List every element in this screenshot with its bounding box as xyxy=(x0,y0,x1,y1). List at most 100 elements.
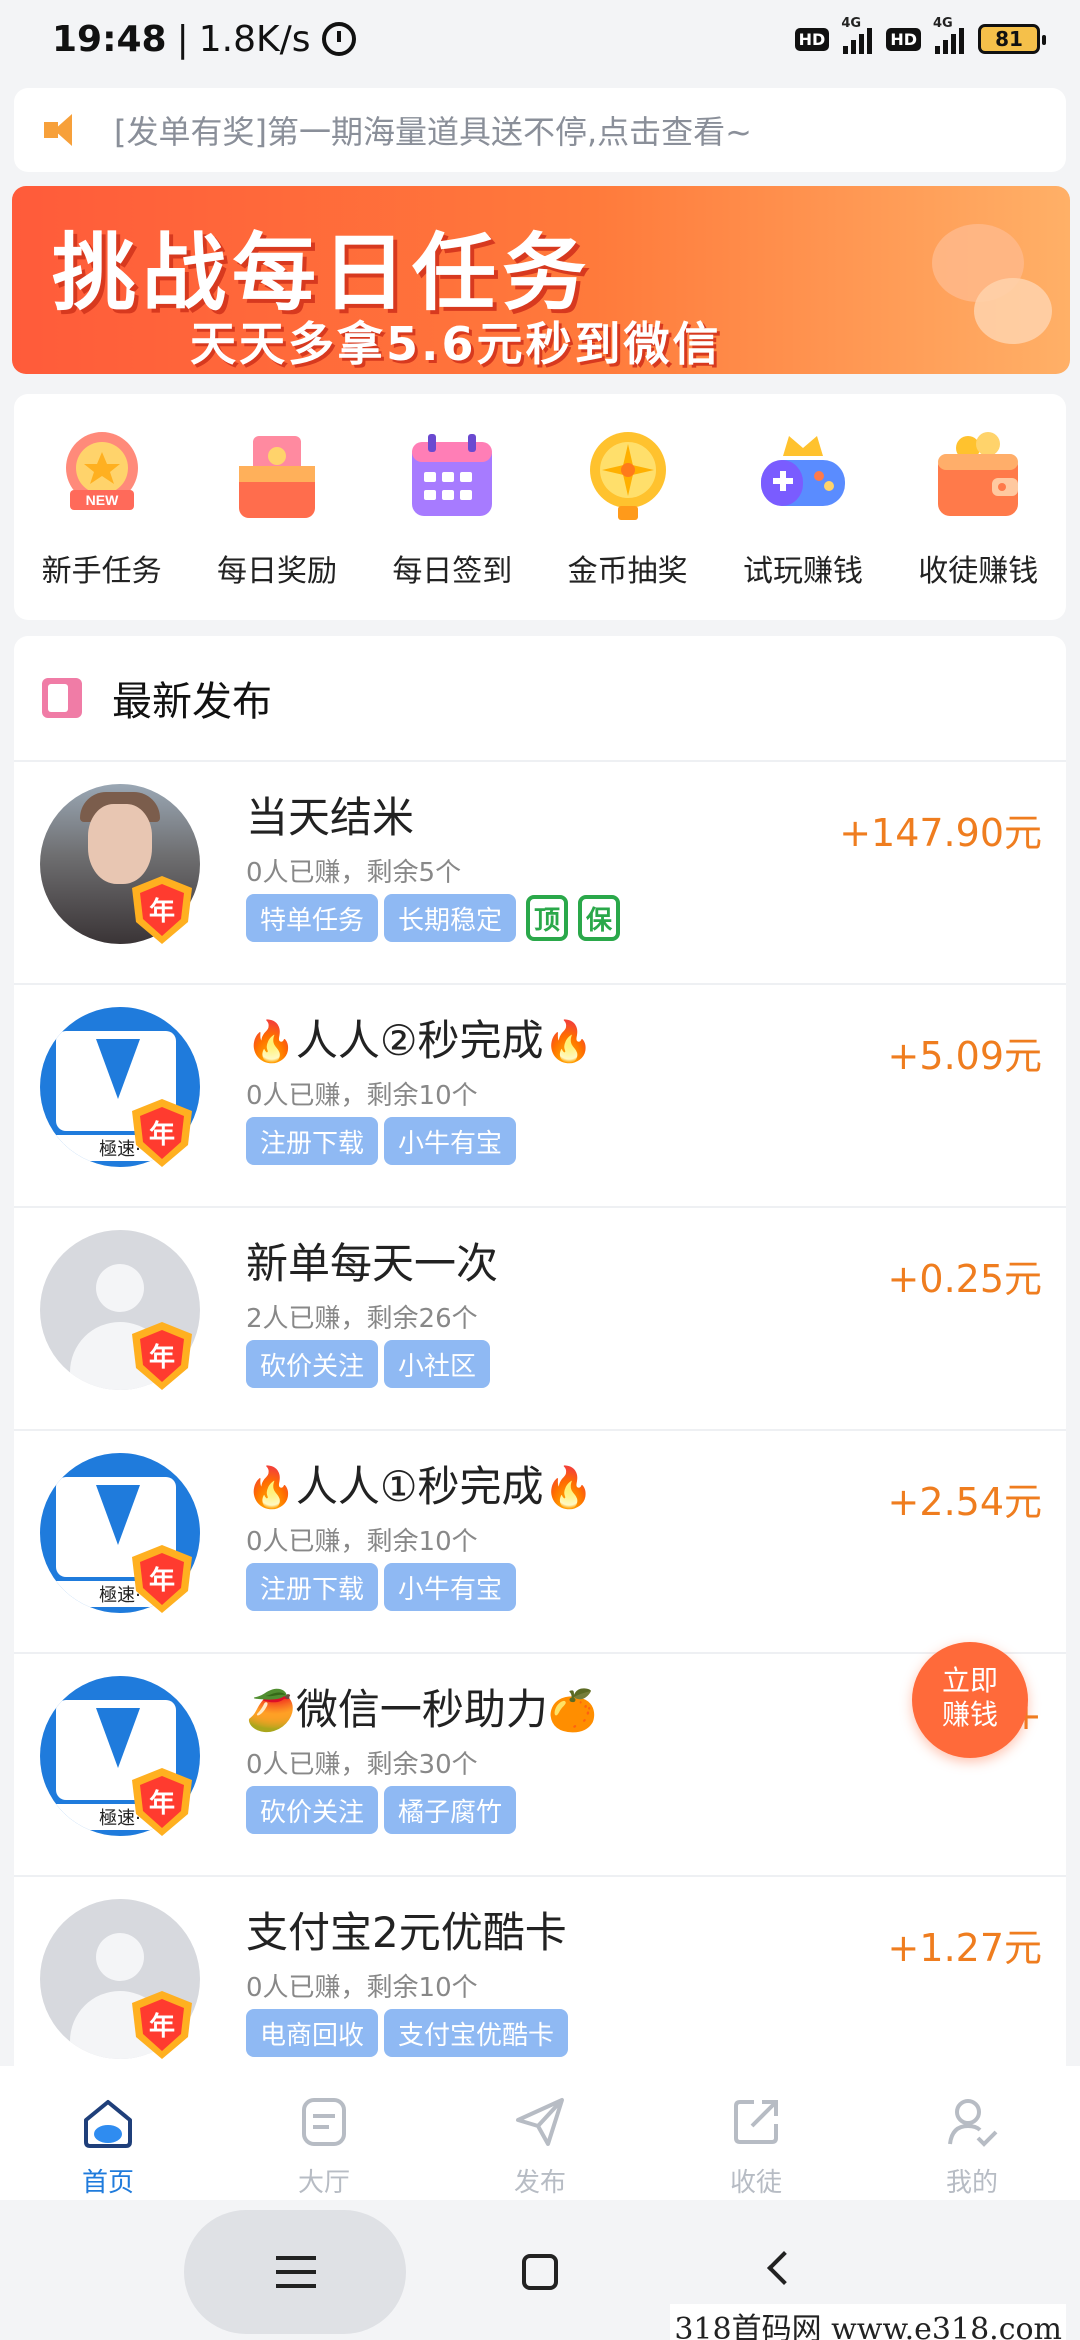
task-tags: 注册下载 小牛有宝 xyxy=(246,1563,517,1611)
task-tag: 砍价关注 xyxy=(246,1340,379,1388)
grid-item-trial[interactable]: 试玩赚钱 xyxy=(715,394,890,620)
new-badge-icon: NEW xyxy=(50,424,154,528)
task-reward: +0.25元 xyxy=(887,1257,1042,1301)
task-title: 新单每天一次 xyxy=(246,1239,499,1288)
task-progress: 0人已赚，剩余10个 xyxy=(246,1527,478,1557)
task-tags: 砍价关注 橘子腐竹 xyxy=(246,1786,517,1834)
fire-icon-2: 🔥 xyxy=(543,1019,594,1065)
task-tag: 注册下载 xyxy=(246,1563,379,1611)
task-row[interactable]: 年 支付宝2元优酷卡 0人已赚，剩余10个 电商回收 支付宝优酷卡 +1.27元 xyxy=(14,1875,1066,2066)
year-badge-icon: 年 xyxy=(132,1545,192,1613)
system-home-icon[interactable] xyxy=(522,2254,558,2290)
task-reward: +5.09元 xyxy=(887,1034,1042,1078)
menu-icon[interactable] xyxy=(276,2256,316,2288)
hd-icon-2: HD xyxy=(886,27,921,51)
nav-label: 首页 xyxy=(81,2168,134,2198)
grid-item-recruit[interactable]: 收徒赚钱 xyxy=(891,394,1066,620)
task-title: 🔥人人①秒完成🔥 xyxy=(246,1462,594,1511)
year-badge-icon: 年 xyxy=(132,1099,192,1167)
grid-label: 金币抽奖 xyxy=(567,554,688,589)
grid-item-lottery[interactable]: 金币抽奖 xyxy=(540,394,715,620)
task-row[interactable]: 極速· 年 🔥人人①秒完成🔥 0人已赚，剩余10个 注册下载 小牛有宝 +2.5… xyxy=(14,1429,1066,1652)
lottery-wheel-icon xyxy=(576,424,680,528)
top-stamp-icon: 顶 xyxy=(526,895,569,941)
speaker-icon xyxy=(44,114,84,146)
task-title: 支付宝2元优酷卡 xyxy=(246,1908,567,1957)
task-row[interactable]: 年 当天结米 0人已赚，剩余5个 特单任务 长期稳定 顶 保 +147.90元 xyxy=(14,760,1066,983)
signal-icon-2: 4G xyxy=(933,16,964,54)
task-row[interactable]: 年 新单每天一次 2人已赚，剩余26个 砍价关注 小社区 +0.25元 xyxy=(14,1206,1066,1429)
nav-item-publish[interactable]: 发布 xyxy=(432,2066,648,2200)
earn-now-button[interactable]: 立即 赚钱 xyxy=(912,1642,1028,1758)
task-progress: 0人已赚，剩余10个 xyxy=(246,1973,478,2003)
earn-now-line1: 立即 xyxy=(941,1664,998,1697)
task-tags: 注册下载 小牛有宝 xyxy=(246,1117,517,1165)
send-icon xyxy=(512,2094,568,2150)
task-tag: 橘子腐竹 xyxy=(384,1786,517,1834)
recommend-icon xyxy=(42,678,82,718)
gamepad-icon xyxy=(751,424,855,528)
latest-tasks-section: 最新发布 年 当天结米 0人已赚，剩余5个 特单任务 长期稳定 顶 保 +147… xyxy=(14,636,1066,2066)
task-progress: 0人已赚，剩余30个 xyxy=(246,1750,478,1780)
nav-item-recruit[interactable]: 收徒 xyxy=(648,2066,864,2200)
task-title: 🥭微信一秒助力🍊 xyxy=(246,1685,598,1734)
nav-item-home[interactable]: 首页 xyxy=(0,2066,216,2200)
nav-label: 收徒 xyxy=(729,2168,782,2198)
task-reward: +147.90元 xyxy=(839,811,1042,855)
earn-now-line2: 赚钱 xyxy=(941,1698,998,1731)
fire-icon: 🔥 xyxy=(246,1465,296,1511)
status-speed: 1.8K/s xyxy=(198,18,311,60)
task-tag: 小社区 xyxy=(384,1340,491,1388)
section-header: 最新发布 xyxy=(14,636,1066,760)
year-badge-icon: 年 xyxy=(132,1768,192,1836)
alarm-icon xyxy=(322,22,357,56)
notice-bar[interactable]: [发单有奖]第一期海量道具送不停,点击查看~ xyxy=(14,88,1066,172)
task-row[interactable]: 極速· 年 🥭微信一秒助力🍊 0人已赚，剩余30个 砍价关注 橘子腐竹 + xyxy=(14,1652,1066,1875)
status-time: 19:48 xyxy=(52,18,167,60)
year-badge-icon: 年 xyxy=(132,1991,192,2059)
section-title: 最新发布 xyxy=(112,679,272,725)
task-title: 🔥人人②秒完成🔥 xyxy=(246,1016,594,1065)
task-tag: 长期稳定 xyxy=(384,894,517,942)
hd-icon: HD xyxy=(794,27,830,51)
nav-label: 发布 xyxy=(513,2168,566,2198)
bottom-nav: 首页 大厅 发布 收徒 我的 xyxy=(0,2066,1080,2200)
reward-bag-icon xyxy=(225,424,329,528)
profile-icon xyxy=(944,2094,1000,2150)
task-tags: 特单任务 长期稳定 顶 保 xyxy=(246,894,621,942)
grid-item-newbie[interactable]: NEW 新手任务 xyxy=(14,394,189,620)
task-progress: 0人已赚，剩余10个 xyxy=(246,1081,478,1111)
share-icon xyxy=(728,2094,784,2150)
task-tag: 小牛有宝 xyxy=(384,1117,517,1165)
task-tag: 小牛有宝 xyxy=(384,1563,517,1611)
daily-task-banner[interactable]: 挑战每日任务 天天多拿5.6元秒到微信 xyxy=(12,186,1070,374)
task-tag: 支付宝优酷卡 xyxy=(384,2009,569,2057)
nav-item-me[interactable]: 我的 xyxy=(864,2066,1080,2200)
nav-item-hall[interactable]: 大厅 xyxy=(216,2066,432,2200)
fire-icon-2: 🔥 xyxy=(543,1465,594,1511)
watermark: 318首码网 www.e318.com xyxy=(670,2304,1066,2340)
svg-text:年: 年 xyxy=(149,1119,175,1150)
grid-label: 新手任务 xyxy=(41,554,162,589)
nav-label: 我的 xyxy=(945,2168,998,2198)
task-row[interactable]: 極速· 年 🔥人人②秒完成🔥 0人已赚，剩余10个 注册下载 小牛有宝 +5.0… xyxy=(14,983,1066,1206)
task-tag: 特单任务 xyxy=(246,894,379,942)
hall-icon xyxy=(296,2094,352,2150)
svg-text:NEW: NEW xyxy=(85,492,118,508)
year-badge-icon: 年 xyxy=(132,1322,192,1390)
grid-item-checkin[interactable]: 每日签到 xyxy=(365,394,540,620)
grid-label: 试玩赚钱 xyxy=(742,554,863,589)
task-tag: 砍价关注 xyxy=(246,1786,379,1834)
grid-item-daily-reward[interactable]: 每日奖励 xyxy=(189,394,364,620)
signal-icon: 4G xyxy=(841,16,873,54)
task-reward: +1.27元 xyxy=(887,1926,1042,1970)
nav-label: 大厅 xyxy=(297,2168,350,2198)
svg-text:年: 年 xyxy=(149,896,175,927)
banner-subtitle: 天天多拿5.6元秒到微信 xyxy=(190,317,722,371)
status-bar: 19:48 | 1.8K/s HD 4G HD 4G 81 xyxy=(0,0,1080,78)
grid-label: 收徒赚钱 xyxy=(918,554,1039,589)
task-progress: 0人已赚，剩余5个 xyxy=(246,858,462,888)
back-icon[interactable] xyxy=(767,2251,801,2285)
year-badge-icon: 年 xyxy=(132,876,192,944)
mango-icon: 🥭 xyxy=(246,1688,296,1734)
